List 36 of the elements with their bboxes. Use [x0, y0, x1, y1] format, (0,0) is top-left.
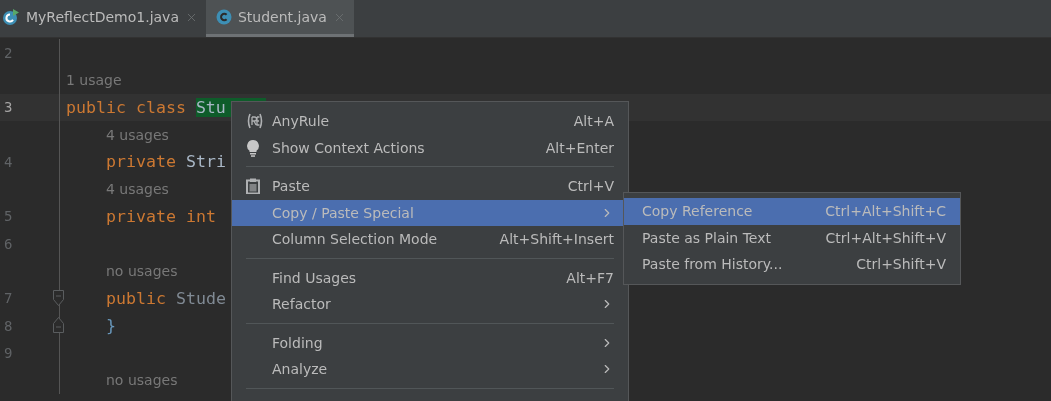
menu-item[interactable]: Folding: [232, 329, 628, 356]
usages-hint[interactable]: no usages: [60, 372, 178, 389]
code-token: private int: [106, 206, 216, 226]
code-token: Stude: [175, 288, 226, 308]
code-token: public class: [66, 97, 187, 117]
file-tab[interactable]: MyReflectDemo1.java: [0, 0, 206, 37]
usages-hint[interactable]: 4 usages: [60, 181, 169, 198]
line-number: 7: [4, 290, 13, 307]
line-number: 5: [4, 208, 13, 225]
code-token: Stri: [185, 152, 226, 172]
menu-item[interactable]: Paste from History... Ctrl+Shift+V: [624, 251, 960, 278]
clipboard-icon: [246, 178, 260, 195]
regex-icon: [246, 113, 264, 130]
line-number: 9: [4, 344, 13, 361]
class-run-icon: [2, 8, 20, 26]
menu-item[interactable]: Paste as Plain Text Ctrl+Alt+Shift+V: [624, 224, 960, 251]
menu-item[interactable]: Refactor: [232, 291, 628, 318]
lightbulb-icon: [246, 138, 260, 157]
usages-hint[interactable]: 1 usage: [60, 71, 122, 88]
menu-item[interactable]: Show Context Actions Alt+Enter: [232, 134, 628, 161]
code-token: }: [106, 316, 116, 336]
usages-hint[interactable]: no usages: [60, 263, 178, 279]
file-tab[interactable]: Student.java: [206, 0, 354, 37]
line-number: 4: [4, 153, 13, 170]
code-token: private: [106, 152, 177, 172]
line-number: 3: [4, 99, 13, 116]
fold-icon[interactable]: [53, 316, 64, 333]
menu-item[interactable]: Paste Ctrl+V: [232, 173, 628, 200]
menu-item[interactable]: Analyze: [232, 356, 628, 383]
line-number: 2: [4, 44, 13, 61]
line-number: 8: [4, 317, 13, 334]
usages-hint[interactable]: 4 usages: [60, 126, 169, 143]
code-token: public: [106, 288, 167, 308]
fold-icon[interactable]: [53, 289, 64, 306]
line-number: 6: [4, 235, 13, 252]
class-icon: [216, 9, 232, 25]
